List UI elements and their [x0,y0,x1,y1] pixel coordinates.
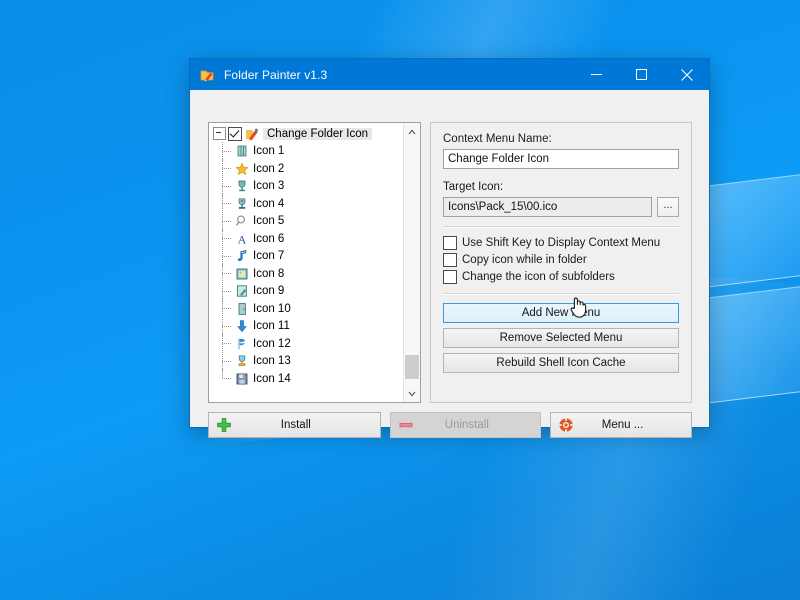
picture-frame-icon [235,267,249,281]
checkbox-row-subfolders[interactable]: Change the icon of subfolders [443,270,679,284]
tree-item-14[interactable]: Icon 14 [209,369,403,388]
settings-panel: Context Menu Name: Target Icon: ... Use … [430,122,692,403]
rebuild-shell-icon-cache-button[interactable]: Rebuild Shell Icon Cache [443,353,679,373]
menu-button[interactable]: Menu ... [550,412,692,438]
tree-item-label: Icon 6 [253,232,285,245]
bottom-toolbar: Install Uninstall Menu ... [208,412,692,438]
separator-bottom [443,293,679,295]
music-note-icon [235,249,249,263]
tree-item-1[interactable]: Icon 1 [209,141,403,161]
tree-item-7[interactable]: Icon 7 [209,246,403,266]
tree-item-label: Icon 11 [253,320,290,333]
minimize-icon[interactable] [574,59,619,90]
window-body: Change Folder Icon Icon 1 Icon 2 Icon 3 … [190,90,709,438]
trophy-gold-icon [235,354,249,368]
target-icon-input[interactable] [443,197,652,217]
paint-brush-folder-icon [245,127,259,141]
checkbox-row-copy-icon[interactable]: Copy icon while in folder [443,253,679,267]
browse-button[interactable]: ... [657,197,679,217]
green-plus-icon [216,417,232,433]
tree-item-label: Icon 4 [253,197,285,210]
tree-item-label: Icon 7 [253,250,285,263]
window-controls [574,59,709,90]
tree-root-label: Change Folder Icon [263,127,373,140]
tree-item-2[interactable]: Icon 2 [209,159,403,179]
tree-scrollbar-thumb[interactable] [405,355,419,379]
tree-root-checkbox[interactable] [228,126,242,141]
tree-item-8[interactable]: Icon 8 [209,264,403,284]
tree-item-6[interactable]: A Icon 6 [209,229,403,249]
tree-item-9[interactable]: Icon 9 [209,281,403,301]
trophy-icon [235,179,249,193]
tree-root-row[interactable]: Change Folder Icon [209,125,403,143]
checkbox-label: Change the icon of subfolders [462,271,615,283]
tree-item-label: Icon 3 [253,180,285,193]
chevron-down-icon[interactable] [404,385,420,402]
tree-item-5[interactable]: Icon 5 [209,211,403,231]
title-bar[interactable]: Folder Painter v1.3 [190,59,709,90]
tree-item-label: Icon 8 [253,267,285,280]
window-title: Folder Painter v1.3 [224,67,328,82]
tree-item-3[interactable]: Icon 3 [209,176,403,196]
checkbox-row-shift-key[interactable]: Use Shift Key to Display Context Menu [443,236,679,250]
icon-tree-panel[interactable]: Change Folder Icon Icon 1 Icon 2 Icon 3 … [208,122,421,403]
shift-key-checkbox[interactable] [443,236,457,250]
award-cup-icon [235,197,249,211]
document-edit-icon [235,284,249,298]
tree-item-label: Icon 10 [253,302,291,315]
context-menu-name-label: Context Menu Name: [443,133,552,145]
svg-text:A: A [238,232,247,246]
add-new-menu-button[interactable]: Add New Menu [443,303,679,323]
tree-expander-icon[interactable] [213,127,226,141]
tree-item-11[interactable]: Icon 11 [209,316,403,336]
tree-item-label: Icon 14 [253,372,291,385]
checkbox-label: Use Shift Key to Display Context Menu [462,237,661,249]
maximize-icon[interactable] [619,59,664,90]
folder-painter-icon [199,67,215,83]
tree-item-label: Icon 12 [253,337,291,350]
install-button-label: Install [280,419,311,431]
book-shelf-icon [235,144,249,158]
tree-item-label: Icon 9 [253,285,285,298]
tree-item-12[interactable]: Icon 12 [209,334,403,354]
separator-top [443,226,679,228]
tree-item-13[interactable]: Icon 13 [209,351,403,371]
tree-scroll-area[interactable]: Change Folder Icon Icon 1 Icon 2 Icon 3 … [209,123,403,402]
folder-painter-window: Folder Painter v1.3 Change Folder Icon I… [189,58,710,438]
chevron-up-icon[interactable] [404,123,420,140]
menu-button-label: Menu ... [601,419,644,431]
tree-scrollbar[interactable] [403,123,420,402]
tree-item-label: Icon 5 [253,215,285,228]
context-menu-name-input[interactable] [443,149,679,169]
lifebuoy-icon [558,417,574,433]
remove-selected-menu-button[interactable]: Remove Selected Menu [443,328,679,348]
tree-item-label: Icon 13 [253,355,291,368]
target-icon-label: Target Icon: [443,181,504,193]
flag-icon [235,337,249,351]
letter-a-icon: A [235,232,249,246]
tree-item-4[interactable]: Icon 4 [209,194,403,214]
door-icon [235,302,249,316]
close-icon[interactable] [664,59,709,90]
floppy-disk-icon [235,372,249,386]
windows-logo-watermark [700,173,800,410]
download-arrow-icon [235,319,249,333]
red-minus-icon [398,417,414,433]
checkbox-label: Copy icon while in folder [462,254,587,266]
uninstall-button: Uninstall [389,412,542,438]
star-icon [235,162,249,176]
tree-item-label: Icon 2 [253,162,285,175]
tree-item-10[interactable]: Icon 10 [209,299,403,319]
uninstall-button-label: Uninstall [444,419,489,431]
magnifier-icon [235,214,249,228]
copy-icon-checkbox[interactable] [443,253,457,267]
install-button[interactable]: Install [208,412,381,438]
subfolders-checkbox[interactable] [443,270,457,284]
tree-item-label: Icon 1 [253,145,285,158]
